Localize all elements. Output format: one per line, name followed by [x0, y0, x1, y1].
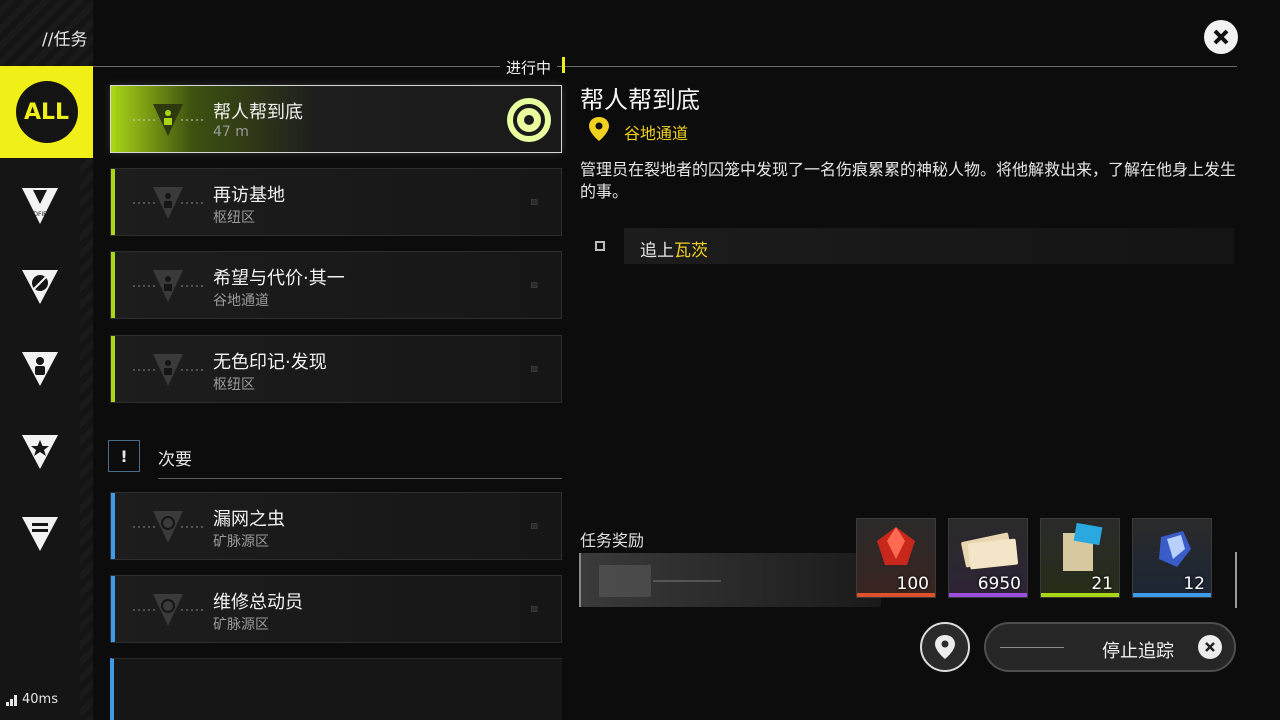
card-decoration: ▨: [530, 604, 539, 613]
quest-name: 再访基地: [213, 185, 285, 206]
reward-item[interactable]: 100: [856, 518, 936, 598]
quest-region: 矿脉源区: [213, 534, 269, 550]
objective-target: 瓦茨: [674, 241, 708, 261]
secondary-section-icon: !: [108, 440, 140, 472]
currency-icon: [961, 532, 1019, 570]
filter-character-button[interactable]: [0, 332, 80, 404]
reward-rarity-bar: [1041, 593, 1119, 597]
rewards-label: 任务奖励: [580, 531, 645, 550]
reward-item[interactable]: 12: [1132, 518, 1212, 598]
rewards-edge: [1235, 552, 1237, 608]
quest-region: 谷地通道: [213, 293, 269, 309]
card-decoration: ▨: [530, 521, 539, 530]
quest-card[interactable]: 无色印记·发现 枢纽区 ▨: [110, 335, 562, 403]
filter-facility-button[interactable]: [0, 497, 80, 569]
target-icon: [513, 104, 545, 136]
quest-card[interactable]: 希望与代价·其一 谷地通道 ▨: [110, 251, 562, 319]
quest-location: 谷地通道: [624, 124, 689, 143]
quest-type-icon: [133, 270, 203, 302]
page-title: //任务: [42, 30, 88, 50]
reward-rarity-bar: [1133, 593, 1211, 597]
reward-item[interactable]: 21: [1040, 518, 1120, 598]
side-quest-icon: [133, 511, 203, 543]
stop-tracking-close-icon: [1198, 635, 1222, 659]
map-button[interactable]: [920, 622, 970, 672]
quest-card-active[interactable]: 帮人帮到底 47 m: [110, 85, 562, 153]
reward-count: 100: [896, 574, 929, 594]
reward-count: 21: [1091, 574, 1113, 594]
map-pin-icon: [935, 635, 955, 659]
quest-accent-bar: [111, 169, 115, 235]
star-icon: [22, 435, 58, 469]
close-icon: [1213, 29, 1229, 45]
rewards-panel: [579, 553, 881, 607]
filter-favorite-button[interactable]: [0, 415, 80, 487]
objective-prefix: 追上: [640, 241, 674, 261]
quest-accent-bar: [111, 493, 115, 559]
header-divider: [93, 66, 1237, 67]
reward-box-icon: [599, 565, 721, 597]
stop-tracking-button[interactable]: 停止追踪: [984, 622, 1236, 672]
quest-accent-bar: [111, 252, 115, 318]
reward-rarity-bar: [857, 593, 935, 597]
quest-region: 枢纽区: [213, 210, 255, 226]
objective-row: [624, 228, 1234, 264]
filter-endfield-button[interactable]: ENDFIELD: [0, 170, 80, 242]
quest-accent-bar: [111, 336, 115, 402]
filter-all-button[interactable]: ALL: [0, 66, 93, 158]
quest-name: 无色印记·发现: [213, 352, 327, 373]
quest-type-icon: [133, 354, 203, 386]
secondary-divider: [158, 478, 562, 479]
quest-type-icon: [133, 104, 203, 136]
filter-all-label: ALL: [15, 81, 78, 143]
quest-accent-bar: [111, 86, 115, 152]
close-button[interactable]: [1204, 20, 1238, 54]
quest-name: 帮人帮到底: [213, 102, 303, 123]
endfield-icon: ENDFIELD: [22, 188, 58, 224]
in-progress-label: 进行中: [500, 57, 558, 78]
compass-icon: [22, 270, 58, 304]
side-quest-icon: [133, 594, 203, 626]
tracking-target-icon[interactable]: [507, 98, 551, 142]
card-decoration: ▨: [530, 280, 539, 289]
reward-count: 6950: [977, 574, 1021, 594]
location-pin-icon: [589, 117, 609, 141]
quest-card-partial[interactable]: [110, 658, 562, 720]
reward-count: 12: [1183, 574, 1205, 594]
ping-indicator: 40ms: [22, 692, 58, 707]
quest-region: 枢纽区: [213, 377, 255, 393]
filter-exploration-button[interactable]: [0, 250, 80, 322]
quest-card[interactable]: 维修总动员 矿脉源区 ▨: [110, 575, 562, 643]
reward-item[interactable]: 6950: [948, 518, 1028, 598]
quest-card[interactable]: 漏网之虫 矿脉源区 ▨: [110, 492, 562, 560]
quest-description: 管理员在裂地者的囚笼中发现了一名伤痕累累的神秘人物。将他解救出来，了解在他身上发…: [580, 160, 1237, 201]
stop-tracking-label: 停止追踪: [1102, 641, 1174, 662]
battery-icon: [22, 517, 58, 551]
stop-tracking-line: [1000, 647, 1064, 648]
objective-text: 追上瓦茨: [640, 236, 708, 261]
quest-accent-bar: [111, 576, 115, 642]
crystal-icon: [877, 527, 915, 565]
quest-name: 维修总动员: [213, 592, 303, 613]
quest-region: 矿脉源区: [213, 617, 269, 633]
reward-rarity-bar: [949, 593, 1027, 597]
card-decoration: ▨: [530, 197, 539, 206]
quest-name: 希望与代价·其一: [213, 268, 345, 289]
signal-icon: [6, 695, 17, 706]
person-icon: [22, 352, 58, 386]
objective-checkbox-icon: [595, 241, 605, 251]
endfield-text: ENDFIELD: [25, 211, 55, 218]
quest-card[interactable]: 再访基地 枢纽区 ▨: [110, 168, 562, 236]
secondary-section-label: 次要: [158, 450, 192, 470]
exp-record-icon: [1063, 522, 1103, 571]
quest-type-icon: [133, 187, 203, 219]
quest-detail-title: 帮人帮到底: [580, 86, 700, 114]
quest-distance: 47 m: [213, 124, 249, 140]
material-icon: [1159, 531, 1191, 567]
in-progress-marker: [562, 57, 565, 73]
card-decoration: ▨: [530, 364, 539, 373]
quest-name: 漏网之虫: [213, 509, 285, 530]
